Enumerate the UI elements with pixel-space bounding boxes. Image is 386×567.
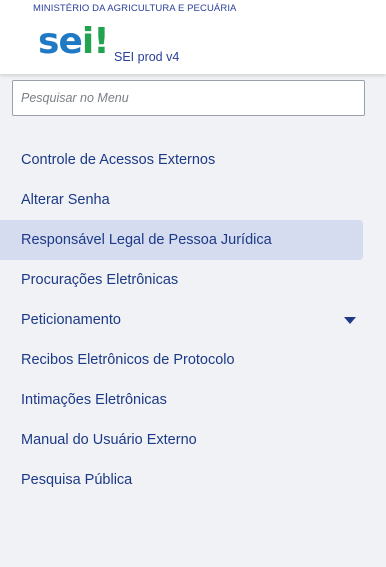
menu-item-peticionamento[interactable]: Peticionamento [0, 300, 386, 340]
menu-item-label: Responsável Legal de Pessoa Jurídica [21, 232, 272, 248]
menu-item-label: Recibos Eletrônicos de Protocolo [21, 352, 235, 368]
menu-item-controle-acessos-externos[interactable]: Controle de Acessos Externos [0, 140, 386, 180]
system-version-label: SEI prod v4 [114, 50, 180, 64]
menu-item-recibos-eletronicos[interactable]: Recibos Eletrônicos de Protocolo [0, 340, 386, 380]
menu-item-procuracoes-eletronicas[interactable]: Procurações Eletrônicas [0, 260, 386, 300]
menu-item-pesquisa-publica[interactable]: Pesquisa Pública [0, 460, 386, 500]
menu-item-label: Intimações Eletrônicas [21, 392, 167, 408]
sei-logo[interactable]: sei! [38, 22, 110, 62]
menu-search-input[interactable] [12, 80, 365, 116]
menu-item-label: Pesquisa Pública [21, 472, 133, 488]
menu-item-label: Procurações Eletrônicas [21, 272, 179, 288]
caret-down-icon[interactable] [344, 317, 356, 324]
menu-item-label: Peticionamento [21, 312, 121, 328]
menu-item-responsavel-legal[interactable]: Responsável Legal de Pessoa Jurídica [0, 220, 363, 260]
menu-item-manual-usuario-externo[interactable]: Manual do Usuário Externo [0, 420, 386, 460]
menu-item-intimacoes-eletronicas[interactable]: Intimações Eletrônicas [0, 380, 386, 420]
sidebar-menu: Controle de Acessos Externos Alterar Sen… [0, 140, 386, 500]
menu-item-alterar-senha[interactable]: Alterar Senha [0, 180, 386, 220]
menu-item-label: Manual do Usuário Externo [21, 432, 197, 448]
top-header: MINISTÉRIO DA AGRICULTURA E PECUÁRIA sei… [0, 0, 386, 74]
menu-item-label: Alterar Senha [21, 192, 110, 208]
menu-item-label: Controle de Acessos Externos [21, 152, 216, 168]
organization-name: MINISTÉRIO DA AGRICULTURA E PECUÁRIA [33, 3, 237, 14]
